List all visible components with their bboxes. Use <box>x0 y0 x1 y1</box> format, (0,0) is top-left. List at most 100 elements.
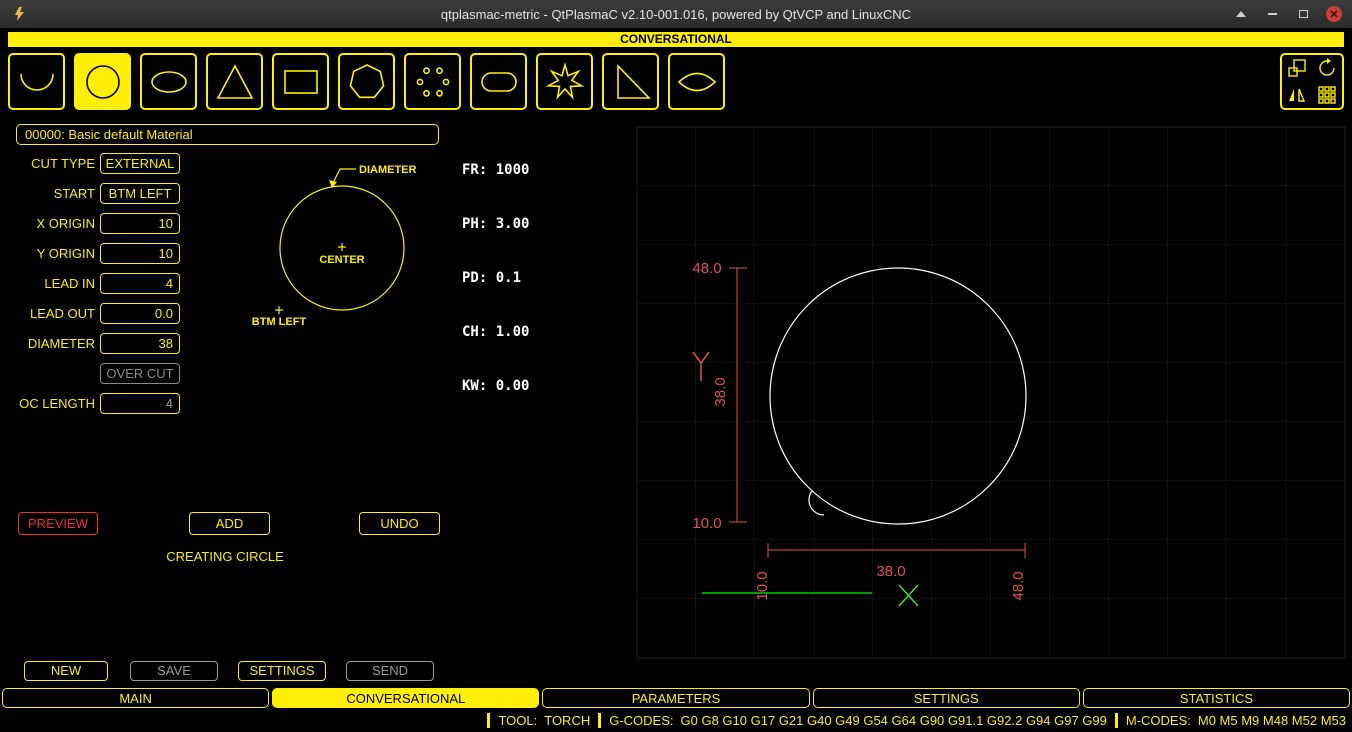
oc-length-input[interactable] <box>100 393 180 414</box>
sector-icon <box>674 59 720 105</box>
line-icon <box>14 59 60 105</box>
shape-circle-button[interactable] <box>74 53 131 110</box>
creating-status-text: CREATING CIRCLE <box>0 549 450 564</box>
y-origin-label: Y ORIGIN <box>0 246 100 261</box>
shape-triangle-button[interactable] <box>206 53 263 110</box>
main-tabs: MAIN CONVERSATIONAL PARAMETERS SETTINGS … <box>2 688 1350 708</box>
main-content: 00000: Basic default Material CUT TYPE E… <box>0 116 1352 686</box>
dim-48-bottom: 48.0 <box>1010 571 1027 600</box>
diagram-diameter-label: DIAMETER <box>359 164 417 176</box>
cut-parameter-stats: FR: 1000 PH: 3.00 PD: 0.1 CH: 1.00 KW: 0… <box>462 125 529 431</box>
titlebar: qtplasmac-metric - QtPlasmaC v2.10-001.0… <box>0 0 1352 28</box>
over-cut-row: OVER CUT <box>0 363 180 384</box>
lead-out-input[interactable] <box>100 303 180 324</box>
parameter-fields: CUT TYPE EXTERNAL START BTM LEFT X ORIGI… <box>0 153 180 423</box>
shape-slot-button[interactable] <box>470 53 527 110</box>
center-cross <box>338 243 346 251</box>
tool-label: TOOL: <box>498 713 537 728</box>
tab-parameters[interactable]: PARAMETERS <box>542 688 809 708</box>
bolt-circle-icon <box>410 59 456 105</box>
statusbar-separator <box>598 713 601 728</box>
material-select[interactable]: 00000: Basic default Material <box>16 124 439 145</box>
add-button[interactable]: ADD <box>189 512 270 535</box>
new-button[interactable]: NEW <box>24 661 108 681</box>
shade-icon[interactable] <box>1233 6 1249 22</box>
preview-area: 48.0 38.0 10.0 38.0 10.0 48.0 FR: 1000 P… <box>455 116 1352 686</box>
start-label: START <box>0 186 100 201</box>
cut-type-row: CUT TYPE EXTERNAL <box>0 153 180 174</box>
scale-icon[interactable] <box>1282 55 1312 82</box>
tab-conversational[interactable]: CONVERSATIONAL <box>272 688 539 708</box>
statusbar-separator <box>1115 713 1118 728</box>
gcodes-label: G-CODES: <box>609 713 673 728</box>
dim-38-vertical: 38.0 <box>712 377 729 406</box>
shape-gusset-button[interactable] <box>602 53 659 110</box>
gcode-preview-plot: 48.0 38.0 10.0 38.0 10.0 48.0 <box>455 116 1352 686</box>
star-icon <box>542 59 588 105</box>
x-origin-row: X ORIGIN <box>0 213 180 234</box>
diameter-label: DIAMETER <box>0 336 100 351</box>
gcodes-value: G0 G8 G10 G17 G21 G40 G49 G54 G64 G90 G9… <box>681 713 1107 728</box>
lead-in-label: LEAD IN <box>0 276 100 291</box>
lead-in-input[interactable] <box>100 273 180 294</box>
stat-kerf-width: KW: 0.00 <box>462 377 529 395</box>
gusset-icon <box>608 59 654 105</box>
x-origin-input[interactable] <box>100 213 180 234</box>
mcodes-label: M-CODES: <box>1126 713 1191 728</box>
diagram-center-label: CENTER <box>319 254 364 266</box>
shape-rectangle-button[interactable] <box>272 53 329 110</box>
circle-icon <box>80 59 126 105</box>
tab-statistics[interactable]: STATISTICS <box>1083 688 1350 708</box>
y-origin-input[interactable] <box>100 243 180 264</box>
over-cut-button[interactable]: OVER CUT <box>100 363 180 384</box>
x-origin-label: X ORIGIN <box>0 216 100 231</box>
shape-polygon-button[interactable] <box>338 53 395 110</box>
tool-value: TORCH <box>544 713 590 728</box>
lead-out-label: LEAD OUT <box>0 306 100 321</box>
circle-parameters-panel: 00000: Basic default Material CUT TYPE E… <box>0 116 455 686</box>
diameter-input[interactable] <box>100 333 180 354</box>
plot-grid <box>637 127 1345 658</box>
dim-10-left: 10.0 <box>692 515 721 532</box>
send-button[interactable]: SEND <box>346 661 434 681</box>
mirror-icon[interactable] <box>1282 82 1312 109</box>
close-icon[interactable] <box>1326 6 1342 22</box>
cut-type-button[interactable]: EXTERNAL <box>100 153 180 174</box>
shape-line-button[interactable] <box>8 53 65 110</box>
ellipse-icon <box>146 59 192 105</box>
dim-48-left: 48.0 <box>692 260 721 277</box>
shape-bolt-circle-button[interactable] <box>404 53 461 110</box>
preview-button[interactable]: PREVIEW <box>18 512 98 535</box>
window-controls <box>1233 0 1342 28</box>
minimize-icon[interactable] <box>1264 6 1280 22</box>
stat-feed-rate: FR: 1000 <box>462 161 529 179</box>
settings-button[interactable]: SETTINGS <box>238 661 326 681</box>
start-row: START BTM LEFT <box>0 183 180 204</box>
shape-ellipse-button[interactable] <box>140 53 197 110</box>
slot-icon <box>476 59 522 105</box>
lead-out-row: LEAD OUT <box>0 303 180 324</box>
shape-toolbar <box>8 50 1344 113</box>
stat-cut-height: CH: 1.00 <box>462 323 529 341</box>
diameter-row: DIAMETER <box>0 333 180 354</box>
diagram-btm-left-label: BTM LEFT <box>252 316 307 328</box>
shape-sector-button[interactable] <box>668 53 725 110</box>
qtplasmac-window: qtplasmac-metric - QtPlasmaC v2.10-001.0… <box>0 0 1352 732</box>
mcodes-value: M0 M5 M9 M48 M52 M53 <box>1198 713 1346 728</box>
oc-length-label: OC LENGTH <box>0 396 100 411</box>
polygon-icon <box>344 59 390 105</box>
rotate-icon[interactable] <box>1312 55 1342 82</box>
start-button[interactable]: BTM LEFT <box>100 183 180 204</box>
undo-button[interactable]: UNDO <box>359 512 440 535</box>
array-icon[interactable] <box>1312 82 1342 109</box>
status-bar: TOOL: TORCH G-CODES: G0 G8 G10 G17 G21 G… <box>0 708 1352 732</box>
tab-main[interactable]: MAIN <box>2 688 269 708</box>
y-origin-row: Y ORIGIN <box>0 243 180 264</box>
triangle-icon <box>212 59 258 105</box>
lead-in-row: LEAD IN <box>0 273 180 294</box>
restore-icon[interactable] <box>1295 6 1311 22</box>
tab-settings[interactable]: SETTINGS <box>813 688 1080 708</box>
save-button[interactable]: SAVE <box>130 661 218 681</box>
shape-star-button[interactable] <box>536 53 593 110</box>
rectangle-icon <box>278 59 324 105</box>
